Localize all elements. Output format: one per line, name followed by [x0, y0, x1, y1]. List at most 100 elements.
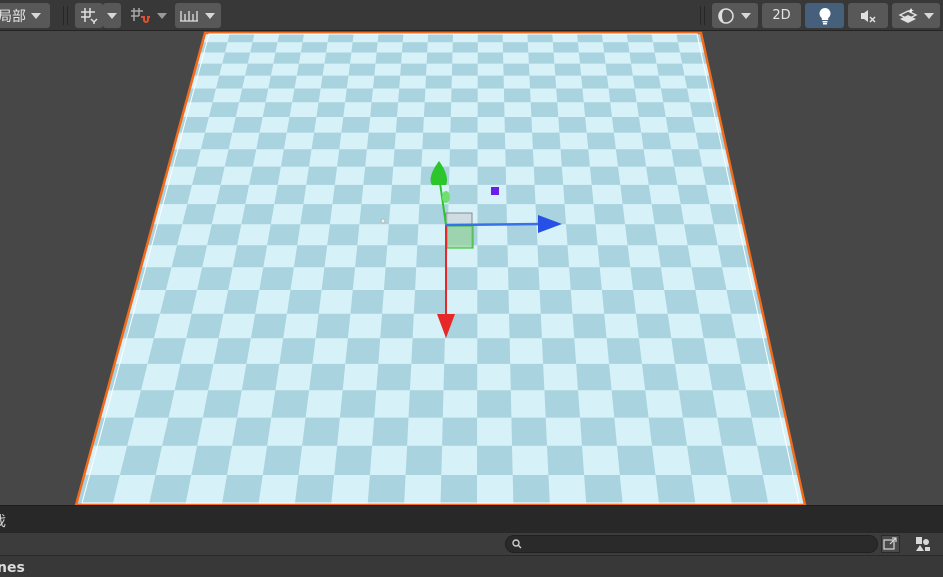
lighting-toggle[interactable]	[805, 3, 844, 28]
checker-tile	[286, 117, 317, 133]
ruler-button[interactable]	[175, 3, 221, 28]
checker-tile	[174, 363, 214, 391]
checker-tile	[727, 475, 769, 505]
bottom-panel-tab-bar: 戏	[0, 505, 943, 533]
project-panel-content: nes	[0, 556, 943, 577]
gizmo-y-handle[interactable]	[442, 191, 450, 203]
checker-tile	[250, 42, 278, 53]
checker-tile	[477, 390, 512, 418]
checker-tile	[416, 245, 448, 268]
checker-tile	[477, 166, 507, 185]
gizmo-plane-handle[interactable]	[446, 225, 474, 249]
grid-snap-icon	[81, 7, 98, 24]
checker-tile	[552, 42, 579, 53]
checker-tile	[584, 475, 623, 505]
checker-tile	[337, 149, 367, 167]
checker-tile	[376, 363, 412, 391]
scene-light-marker[interactable]	[380, 218, 386, 224]
checker-tile	[262, 445, 303, 475]
toolbar-separator	[67, 6, 68, 25]
checker-tile	[477, 290, 509, 314]
panel-tab[interactable]: 戏	[0, 511, 6, 531]
pivot-rotation-dropdown[interactable]: 局部	[0, 3, 50, 28]
checker-tile	[232, 245, 268, 268]
checker-tile	[239, 88, 269, 103]
checker-tile	[477, 132, 506, 150]
grid-snap-dropdown[interactable]	[103, 3, 121, 28]
checker-tile	[608, 88, 637, 103]
checker-tile	[408, 390, 444, 418]
checker-tile	[506, 184, 536, 205]
checker-tile	[223, 290, 260, 314]
expand-window-button[interactable]	[881, 535, 900, 553]
checker-tile	[400, 63, 427, 76]
checker-tile	[583, 102, 612, 117]
scene-canvas[interactable]	[0, 31, 943, 505]
shading-mode-dropdown[interactable]	[712, 3, 758, 28]
checker-tile	[605, 63, 633, 76]
checker-tile	[315, 313, 351, 339]
checker-tile	[300, 204, 333, 225]
checker-tile	[642, 363, 679, 391]
checker-tile	[390, 184, 421, 205]
checker-tile	[699, 313, 736, 339]
checker-tile	[593, 204, 626, 225]
checker-tile	[250, 313, 287, 339]
checker-tile	[316, 102, 346, 117]
checker-tile	[182, 204, 217, 225]
checker-tile	[320, 75, 349, 89]
checker-tile	[556, 88, 584, 103]
search-box[interactable]	[505, 535, 878, 553]
checker-tile	[477, 338, 511, 364]
checker-tile	[477, 102, 505, 117]
checker-tile	[411, 338, 445, 364]
checker-tile	[529, 75, 557, 89]
checker-tile	[671, 338, 708, 364]
checker-tile	[119, 445, 163, 475]
checker-tile	[477, 445, 513, 475]
checker-tile	[351, 42, 378, 53]
checker-tile	[292, 88, 321, 103]
scene-toolbar: 局部 2D	[0, 0, 943, 31]
search-input[interactable]	[526, 536, 871, 552]
increment-snap-dropdown[interactable]	[154, 3, 170, 28]
checker-tile	[147, 338, 187, 364]
checker-tile	[563, 184, 594, 205]
checker-tile	[286, 290, 322, 314]
checker-tile	[655, 475, 696, 505]
checker-tile	[615, 149, 647, 167]
effects-dropdown[interactable]	[892, 3, 940, 28]
checker-tile	[279, 338, 316, 364]
checker-tile	[601, 290, 636, 314]
checker-tile	[280, 149, 312, 167]
grid-snap-button[interactable]	[75, 3, 103, 28]
checker-tile	[653, 42, 680, 53]
checker-tile	[502, 42, 529, 53]
checker-tile	[648, 417, 687, 446]
checker-tile	[528, 52, 555, 64]
increment-snap-icon	[131, 7, 150, 23]
checker-tile	[602, 42, 630, 53]
folder-label[interactable]: nes	[0, 560, 25, 576]
checker-tile	[477, 245, 508, 268]
checker-tile	[449, 149, 478, 167]
gizmo-z-axis[interactable]	[445, 222, 541, 227]
checker-tile	[324, 52, 352, 64]
checker-tile	[677, 184, 710, 205]
checker-tile	[268, 75, 297, 89]
chevron-down-icon	[924, 12, 934, 19]
checker-tile	[533, 166, 564, 185]
2d-mode-toggle[interactable]: 2D	[762, 3, 801, 28]
checker-tile	[452, 42, 478, 53]
checker-tile	[306, 166, 338, 185]
increment-snap-button[interactable]	[126, 3, 154, 28]
checker-tile	[375, 52, 402, 64]
checker-tile	[267, 224, 301, 246]
filter-type-button[interactable]	[905, 533, 941, 555]
scene-object-marker[interactable]	[491, 187, 499, 195]
checker-tile	[348, 63, 376, 76]
checker-tile	[589, 166, 621, 185]
checker-tile	[216, 75, 246, 89]
audio-toggle[interactable]	[848, 3, 888, 28]
scene-viewport[interactable]	[0, 31, 943, 505]
